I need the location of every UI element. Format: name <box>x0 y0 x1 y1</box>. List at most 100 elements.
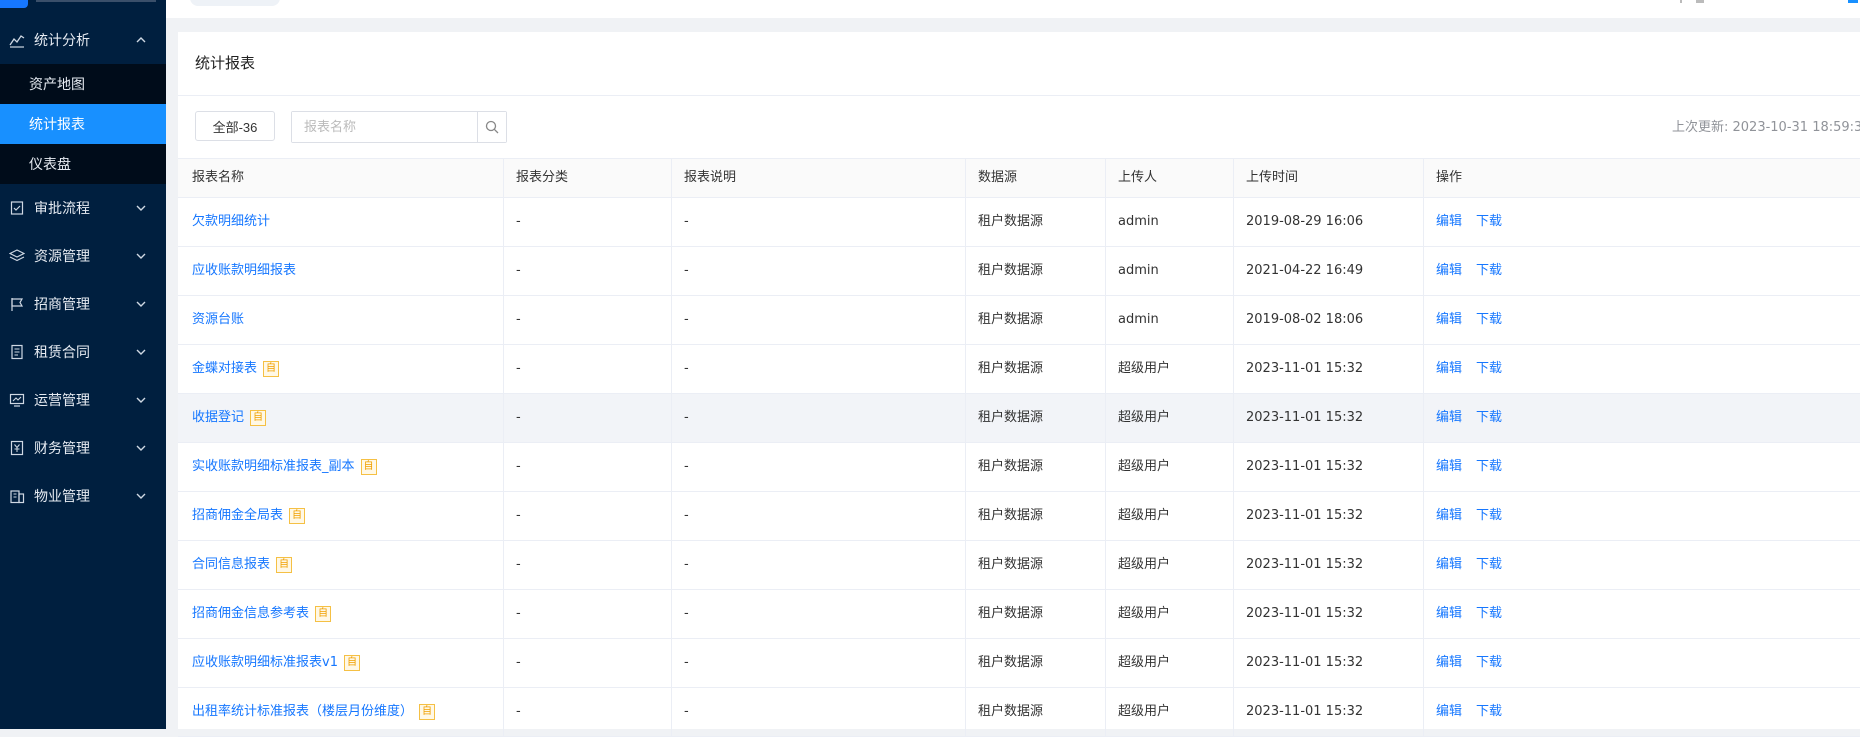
cell-uploader: 超级用户 <box>1118 410 1171 425</box>
cell-desc: - <box>684 459 689 474</box>
table-row[interactable]: 欠款明细统计 - - 租户数据源 admin 2019-08-29 16:06 编辑 下载 <box>178 198 1860 247</box>
report-name-link[interactable]: 实收账款明细标准报表_副本 <box>192 459 355 474</box>
sidebar-group-2[interactable]: 资源管理 <box>0 232 166 280</box>
sidebar-group-3[interactable]: 招商管理 <box>0 280 166 328</box>
sidebar-group-5[interactable]: 运营管理 <box>0 376 166 424</box>
table-row[interactable]: 合同信息报表自 - - 租户数据源 超级用户 2023-11-01 15:32 编辑 下载 <box>178 541 1860 590</box>
column-divider <box>1105 590 1106 638</box>
table-row[interactable]: 招商佣金信息参考表自 - - 租户数据源 超级用户 2023-11-01 15:32 编辑下… <box>178 590 1860 639</box>
report-name-link[interactable]: 资源台账 <box>192 312 244 327</box>
cell-category: - <box>516 606 521 621</box>
edit-link[interactable]: 编辑 <box>1436 508 1462 523</box>
cell-name: 招商佣金全局表自 <box>192 492 306 540</box>
cell-time: 2019-08-29 16:06 <box>1246 214 1364 229</box>
report-name-link[interactable]: 金蝶对接表 <box>192 361 257 376</box>
search-button[interactable] <box>476 112 506 142</box>
table-row[interactable]: 应收账款明细标准报表v1 自 - - 租户数据源 超级用户 2023-11-01 15:32… <box>178 639 1860 688</box>
edit-link[interactable]: 编辑 <box>1436 655 1462 670</box>
cell-actions: 编辑 下载 <box>1436 394 1516 442</box>
download-link[interactable]: 下载 <box>1476 214 1502 229</box>
filter-all-button[interactable]: 全部-36 <box>195 111 275 141</box>
header-tab-fragment[interactable] <box>190 0 280 6</box>
download-link[interactable]: 下载 <box>1476 312 1502 327</box>
sidebar-group-0[interactable]: 统计分析 <box>0 16 166 64</box>
download-link[interactable]: 下载 <box>1476 508 1502 523</box>
edit-link[interactable]: 编辑 <box>1436 704 1462 719</box>
cell-source: 租户数据源 <box>978 557 1044 572</box>
search-icon <box>485 120 499 134</box>
column-divider <box>503 639 504 687</box>
search-input[interactable] <box>292 112 477 142</box>
cell-category: - <box>516 410 521 425</box>
sidebar-subitem-1[interactable]: 统计报表 <box>0 104 166 144</box>
report-name-link[interactable]: 欠款明细统计 <box>192 214 270 229</box>
chevron-down-icon <box>134 201 148 215</box>
cell-category: - <box>516 459 521 474</box>
column-divider <box>1233 247 1234 295</box>
column-divider <box>503 296 504 344</box>
column-divider <box>965 394 966 442</box>
cell-uploader: 超级用户 <box>1118 361 1171 376</box>
cell-source: 租户数据源 <box>978 410 1044 425</box>
report-name-link[interactable]: 收据登记 <box>192 410 244 425</box>
cell-desc: - <box>684 655 689 670</box>
edit-link[interactable]: 编辑 <box>1436 606 1462 621</box>
download-link[interactable]: 下载 <box>1476 557 1502 572</box>
sidebar-group-6[interactable]: 财务管理 <box>0 424 166 472</box>
report-name-link[interactable]: 招商佣金全局表 <box>192 508 283 523</box>
report-name-link[interactable]: 合同信息报表 <box>192 557 270 572</box>
sidebar-subitem-0[interactable]: 资产地图 <box>0 64 166 104</box>
column-divider <box>965 492 966 540</box>
sidebar-group-4[interactable]: 租赁合同 <box>0 328 166 376</box>
column-divider <box>503 159 504 197</box>
sidebar-group-label: 招商管理 <box>34 297 90 313</box>
cell-desc: - <box>684 410 689 425</box>
download-link[interactable]: 下载 <box>1476 606 1502 621</box>
report-name-link[interactable]: 出租率统计标准报表（楼层月份维度） <box>192 704 413 719</box>
download-link[interactable]: 下载 <box>1476 361 1502 376</box>
download-link[interactable]: 下载 <box>1476 704 1502 719</box>
column-divider <box>671 247 672 295</box>
table-row[interactable]: 出租率统计标准报表（楼层月份维度）自 - - 租户数据源 超级用户 2023-11-01 … <box>178 688 1860 737</box>
cell-time: 2023-11-01 15:32 <box>1246 410 1364 425</box>
table-row[interactable]: 实收账款明细标准报表_副本自 - - 租户数据源 超级用户 2023-11-01 15:3… <box>178 443 1860 492</box>
column-divider <box>1423 492 1424 540</box>
custom-badge: 自 <box>343 654 360 671</box>
edit-link[interactable]: 编辑 <box>1436 410 1462 425</box>
table-row[interactable]: 收据登记自 - - 租户数据源 超级用户 2023-11-01 15:32 编辑 下载 <box>178 394 1860 443</box>
header-link-fragment[interactable] <box>1848 0 1858 3</box>
cell-category: - <box>516 361 521 376</box>
table-row[interactable]: 金蝶对接表自 - - 租户数据源 超级用户 2023-11-01 15:32 编辑 下载 <box>178 345 1860 394</box>
column-divider <box>1233 345 1234 393</box>
download-link[interactable]: 下载 <box>1476 263 1502 278</box>
download-link[interactable]: 下载 <box>1476 410 1502 425</box>
column-divider <box>1105 296 1106 344</box>
download-link[interactable]: 下载 <box>1476 459 1502 474</box>
sidebar-group-1[interactable]: 审批流程 <box>0 184 166 232</box>
header-col-desc: 报表说明 <box>684 170 737 185</box>
cell-actions: 编辑 下载 <box>1436 345 1516 393</box>
report-name-link[interactable]: 招商佣金信息参考表 <box>192 606 309 621</box>
download-link[interactable]: 下载 <box>1476 655 1502 670</box>
sidebar-subitem-2[interactable]: 仪表盘 <box>0 144 166 184</box>
title-divider <box>178 95 1860 96</box>
column-divider <box>1233 159 1234 197</box>
logo-text-fragment <box>36 0 156 2</box>
edit-link[interactable]: 编辑 <box>1436 557 1462 572</box>
chevron-down-icon <box>134 297 148 311</box>
cell-uploader: 超级用户 <box>1118 606 1171 621</box>
sidebar-group-7[interactable]: 物业管理 <box>0 472 166 520</box>
chevron-down-icon <box>134 345 148 359</box>
table-row[interactable]: 招商佣金全局表自 - - 租户数据源 超级用户 2023-11-01 15:32 编辑 下载 <box>178 492 1860 541</box>
report-name-link[interactable]: 应收账款明细标准报表v1 <box>192 655 338 670</box>
table-row[interactable]: 应收账款明细报表 - - 租户数据源 admin 2021-04-22 16:49 编辑 下载 <box>178 247 1860 296</box>
edit-link[interactable]: 编辑 <box>1436 361 1462 376</box>
edit-link[interactable]: 编辑 <box>1436 459 1462 474</box>
table-row[interactable]: 资源台账 - - 租户数据源 admin 2019-08-02 18:06 编辑 下载 <box>178 296 1860 345</box>
edit-link[interactable]: 编辑 <box>1436 263 1462 278</box>
edit-link[interactable]: 编辑 <box>1436 214 1462 229</box>
custom-badge: 自 <box>360 458 377 475</box>
edit-link[interactable]: 编辑 <box>1436 312 1462 327</box>
report-name-link[interactable]: 应收账款明细报表 <box>192 263 296 278</box>
cell-desc: - <box>684 508 689 523</box>
